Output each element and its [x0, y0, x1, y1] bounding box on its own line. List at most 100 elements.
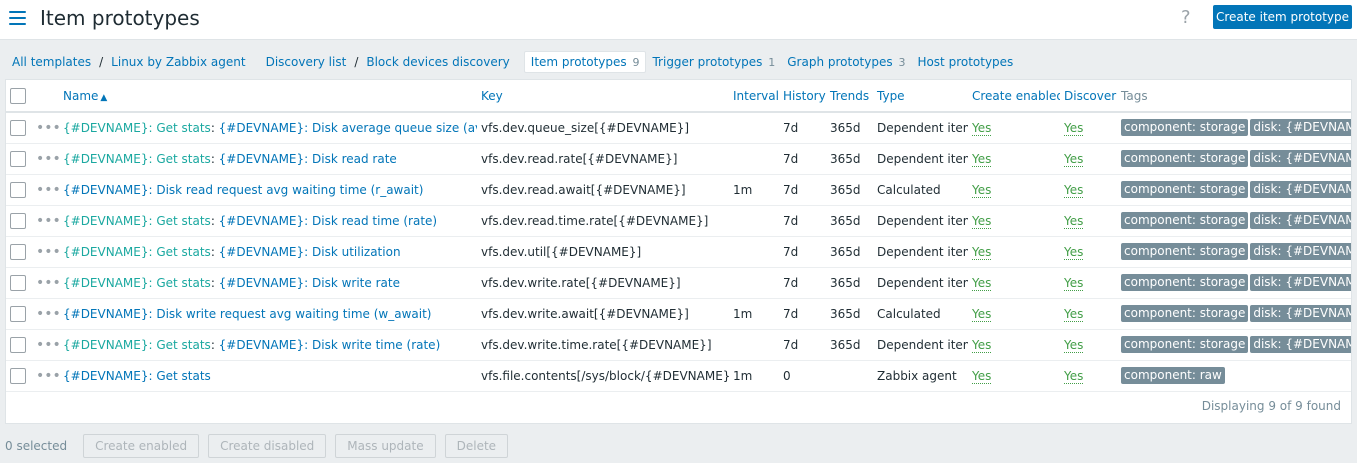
- create-enabled-toggle[interactable]: Yes: [972, 275, 992, 291]
- create-enabled-cell: Yes: [968, 329, 1060, 361]
- column-interval[interactable]: Interval: [729, 80, 779, 113]
- discover-toggle[interactable]: Yes: [1064, 368, 1084, 384]
- column-trends[interactable]: Trends: [826, 80, 873, 113]
- item-name-link[interactable]: {#DEVNAME}: Disk read rate: [219, 152, 397, 166]
- create-enabled-toggle[interactable]: Yes: [972, 368, 992, 384]
- column-key[interactable]: Key: [477, 80, 729, 113]
- type-cell: Dependent item: [873, 205, 968, 237]
- create-enabled-toggle[interactable]: Yes: [972, 213, 992, 229]
- parent-item-link[interactable]: {#DEVNAME}: Get stats: [63, 338, 211, 352]
- row-checkbox[interactable]: [10, 212, 26, 229]
- row-checkbox[interactable]: [10, 336, 26, 353]
- tag-badge: component: storage: [1121, 119, 1249, 137]
- breadcrumb-all-templates[interactable]: All templates: [6, 55, 97, 69]
- discover-toggle[interactable]: Yes: [1064, 337, 1084, 353]
- column-history[interactable]: History: [779, 80, 826, 113]
- breadcrumb-separator: /: [354, 55, 359, 69]
- table-row: ••• {#DEVNAME}: Get stats: {#DEVNAME}: Di…: [6, 329, 1351, 361]
- breadcrumb-template[interactable]: Linux by Zabbix agent: [105, 55, 251, 69]
- interval-cell: [729, 329, 779, 361]
- more-actions-icon[interactable]: •••: [36, 213, 59, 229]
- parent-item-link[interactable]: {#DEVNAME}: Get stats: [63, 276, 211, 290]
- parent-item-link[interactable]: {#DEVNAME}: Get stats: [63, 152, 211, 166]
- discover-cell: Yes: [1060, 112, 1117, 144]
- table-stats: Displaying 9 of 9 found: [1201, 399, 1341, 413]
- item-name-link[interactable]: {#DEVNAME}: Get stats: [63, 369, 211, 383]
- key-cell: vfs.file.contents[/sys/block/{#DEVNAME}/…: [477, 360, 729, 392]
- name-cell: {#DEVNAME}: Get stats: {#DEVNAME}: Disk …: [59, 267, 477, 299]
- create-enabled-button[interactable]: Create enabled: [83, 434, 200, 458]
- breadcrumb: All templates / Linux by Zabbix agent Di…: [6, 50, 1019, 74]
- item-name-link[interactable]: {#DEVNAME}: Disk average queue size (avg…: [219, 121, 477, 135]
- column-create-enabled[interactable]: Create enabled: [968, 80, 1060, 113]
- row-checkbox[interactable]: [10, 243, 26, 260]
- table-header-row: Name ▲ Key Interval History Trends Type C…: [6, 80, 1351, 113]
- more-actions-icon[interactable]: •••: [36, 151, 59, 167]
- row-checkbox[interactable]: [10, 181, 26, 198]
- tab-item-prototypes[interactable]: Item prototypes 9: [523, 51, 647, 73]
- type-cell: Calculated: [873, 174, 968, 206]
- tag-badge: disk: {#DEVNAME}: [1250, 336, 1351, 353]
- item-name-link[interactable]: {#DEVNAME}: Disk read time (rate): [219, 214, 437, 228]
- create-enabled-toggle[interactable]: Yes: [972, 120, 992, 136]
- menu-icon[interactable]: [9, 11, 26, 25]
- tab-trigger-prototypes[interactable]: Trigger prototypes 1: [646, 52, 781, 72]
- table-row: ••• {#DEVNAME}: Disk write request avg wa…: [6, 298, 1351, 330]
- select-all-checkbox[interactable]: [10, 87, 26, 104]
- discover-toggle[interactable]: Yes: [1064, 182, 1084, 198]
- discover-toggle[interactable]: Yes: [1064, 120, 1084, 136]
- name-separator: :: [210, 213, 219, 228]
- item-name-link[interactable]: {#DEVNAME}: Disk write time (rate): [219, 338, 441, 352]
- row-checkbox[interactable]: [10, 119, 26, 136]
- parent-item-link[interactable]: {#DEVNAME}: Get stats: [63, 121, 211, 135]
- more-actions-icon[interactable]: •••: [36, 120, 59, 136]
- more-actions-icon[interactable]: •••: [36, 275, 59, 291]
- discover-toggle[interactable]: Yes: [1064, 244, 1084, 260]
- history-cell: 7d: [779, 236, 826, 268]
- create-enabled-toggle[interactable]: Yes: [972, 337, 992, 353]
- tag-badge: component: storage: [1121, 212, 1249, 229]
- tab-label: Trigger prototypes: [652, 55, 763, 69]
- trends-cell: 365d: [826, 236, 873, 268]
- parent-item-link[interactable]: {#DEVNAME}: Get stats: [63, 214, 211, 228]
- breadcrumb-discovery-rule[interactable]: Block devices discovery: [360, 55, 515, 69]
- create-enabled-toggle[interactable]: Yes: [972, 151, 992, 167]
- tag-badge: disk: {#DEVNAME}: [1250, 243, 1351, 260]
- tab-host-prototypes[interactable]: Host prototypes: [911, 52, 1019, 72]
- parent-item-link[interactable]: {#DEVNAME}: Get stats: [63, 245, 211, 259]
- row-checkbox[interactable]: [10, 274, 26, 291]
- row-checkbox[interactable]: [10, 367, 26, 384]
- row-checkbox[interactable]: [10, 305, 26, 322]
- discover-toggle[interactable]: Yes: [1064, 275, 1084, 291]
- column-name[interactable]: Name ▲: [59, 80, 477, 113]
- create-enabled-toggle[interactable]: Yes: [972, 306, 992, 322]
- item-name-link[interactable]: {#DEVNAME}: Disk write rate: [219, 276, 400, 290]
- more-actions-icon[interactable]: •••: [36, 337, 59, 353]
- column-discover[interactable]: Discover: [1060, 80, 1117, 113]
- item-name-link[interactable]: {#DEVNAME}: Disk utilization: [219, 245, 401, 259]
- delete-button[interactable]: Delete: [444, 434, 509, 458]
- create-enabled-toggle[interactable]: Yes: [972, 182, 992, 198]
- trends-cell: [826, 360, 873, 392]
- help-icon[interactable]: ?: [1181, 7, 1191, 28]
- discover-cell: Yes: [1060, 174, 1117, 206]
- discover-toggle[interactable]: Yes: [1064, 151, 1084, 167]
- name-cell: {#DEVNAME}: Disk read request avg waitin…: [59, 174, 477, 206]
- item-name-link[interactable]: {#DEVNAME}: Disk read request avg waitin…: [63, 183, 423, 197]
- more-actions-icon[interactable]: •••: [36, 244, 59, 260]
- create-item-prototype-button[interactable]: Create item prototype: [1213, 5, 1352, 29]
- more-actions-icon[interactable]: •••: [36, 306, 59, 322]
- discover-toggle[interactable]: Yes: [1064, 213, 1084, 229]
- mass-update-button[interactable]: Mass update: [335, 434, 436, 458]
- more-actions-icon[interactable]: •••: [36, 368, 59, 384]
- tab-graph-prototypes[interactable]: Graph prototypes 3: [781, 52, 911, 72]
- more-actions-icon[interactable]: •••: [36, 182, 59, 198]
- breadcrumb-discovery-list[interactable]: Discovery list: [260, 55, 353, 69]
- discover-toggle[interactable]: Yes: [1064, 306, 1084, 322]
- create-enabled-toggle[interactable]: Yes: [972, 244, 992, 260]
- column-type[interactable]: Type: [873, 80, 968, 113]
- trends-cell: 365d: [826, 143, 873, 175]
- row-checkbox[interactable]: [10, 150, 26, 167]
- create-disabled-button[interactable]: Create disabled: [208, 434, 327, 458]
- item-name-link[interactable]: {#DEVNAME}: Disk write request avg waiti…: [63, 307, 431, 321]
